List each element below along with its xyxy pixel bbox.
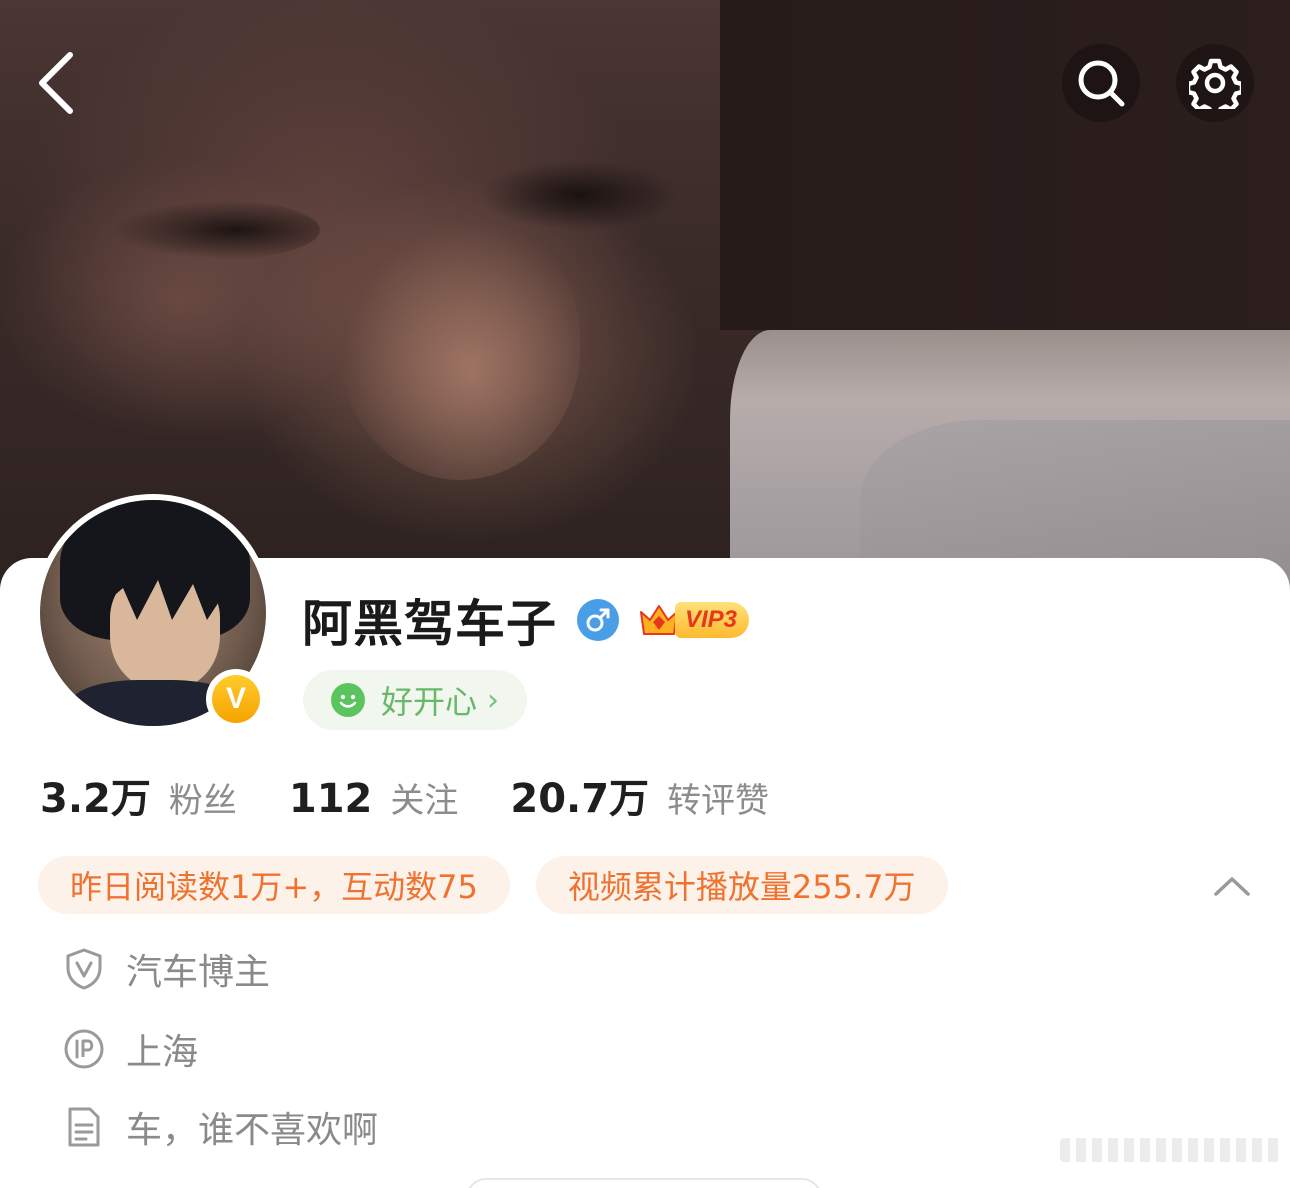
- settings-button[interactable]: [1176, 44, 1254, 122]
- stat-value: 112: [288, 776, 373, 822]
- ip-location-text: 上海: [126, 1032, 199, 1073]
- info-category: 汽车博主: [62, 944, 270, 994]
- document-icon: [62, 1105, 106, 1149]
- vip-level: VIP3: [675, 602, 750, 638]
- cover-eye-right: [480, 160, 680, 230]
- verified-badge-letter: V: [212, 675, 260, 723]
- stat-following[interactable]: 112 关注: [289, 773, 459, 822]
- search-icon: [1078, 60, 1125, 107]
- mood-status-button[interactable]: 好开心 ›: [303, 670, 528, 730]
- watermark: [1060, 1138, 1280, 1162]
- cover-face-highlight: [340, 220, 580, 480]
- info-ip-location: 上海: [62, 1024, 198, 1074]
- stat-value: 20.7万: [510, 776, 650, 822]
- achievement-tags: 昨日阅读数1万+，互动数75 视频累计播放量255.7万: [38, 856, 974, 916]
- chevron-right-icon: ›: [487, 682, 500, 718]
- bio-text: 车，谁不喜欢啊: [126, 1110, 379, 1151]
- category-text: 汽车博主: [126, 952, 271, 993]
- mood-label: 好开心: [381, 683, 478, 721]
- nickname: 阿黑驾车子: [302, 595, 557, 653]
- collapse-button[interactable]: [1202, 864, 1262, 908]
- shield-v-icon: [62, 947, 106, 991]
- name-row: 阿黑驾车子 VIP3: [302, 588, 750, 653]
- cover-eye-left: [110, 200, 320, 260]
- chevron-up-icon: [1214, 877, 1250, 896]
- male-icon: [577, 599, 619, 641]
- chevron-left-icon: [39, 52, 73, 114]
- stat-label: 关注: [390, 781, 459, 821]
- verified-badge[interactable]: V: [206, 669, 266, 729]
- smile-icon: [331, 683, 365, 717]
- stat-likes[interactable]: 20.7万 转评赞: [510, 766, 769, 824]
- stat-followers[interactable]: 3.2万 粉丝: [40, 766, 237, 824]
- stats-row: 3.2万 粉丝 112 关注 20.7万 转评赞: [40, 766, 821, 826]
- stat-label: 粉丝: [168, 781, 237, 821]
- stat-label: 转评赞: [667, 781, 770, 821]
- ip-icon: [62, 1027, 106, 1071]
- search-button[interactable]: [1062, 44, 1140, 122]
- tag-video-plays[interactable]: 视频累计播放量255.7万: [535, 856, 948, 914]
- back-button[interactable]: [18, 38, 94, 128]
- tag-read-stats[interactable]: 昨日阅读数1万+，互动数75: [38, 856, 510, 914]
- vip-badge[interactable]: VIP3: [637, 598, 750, 642]
- info-bio[interactable]: 车，谁不喜欢啊: [62, 1102, 378, 1152]
- stat-value: 3.2万: [40, 776, 151, 822]
- gear-icon: [1189, 58, 1241, 109]
- bottom-action-pill[interactable]: [466, 1178, 822, 1188]
